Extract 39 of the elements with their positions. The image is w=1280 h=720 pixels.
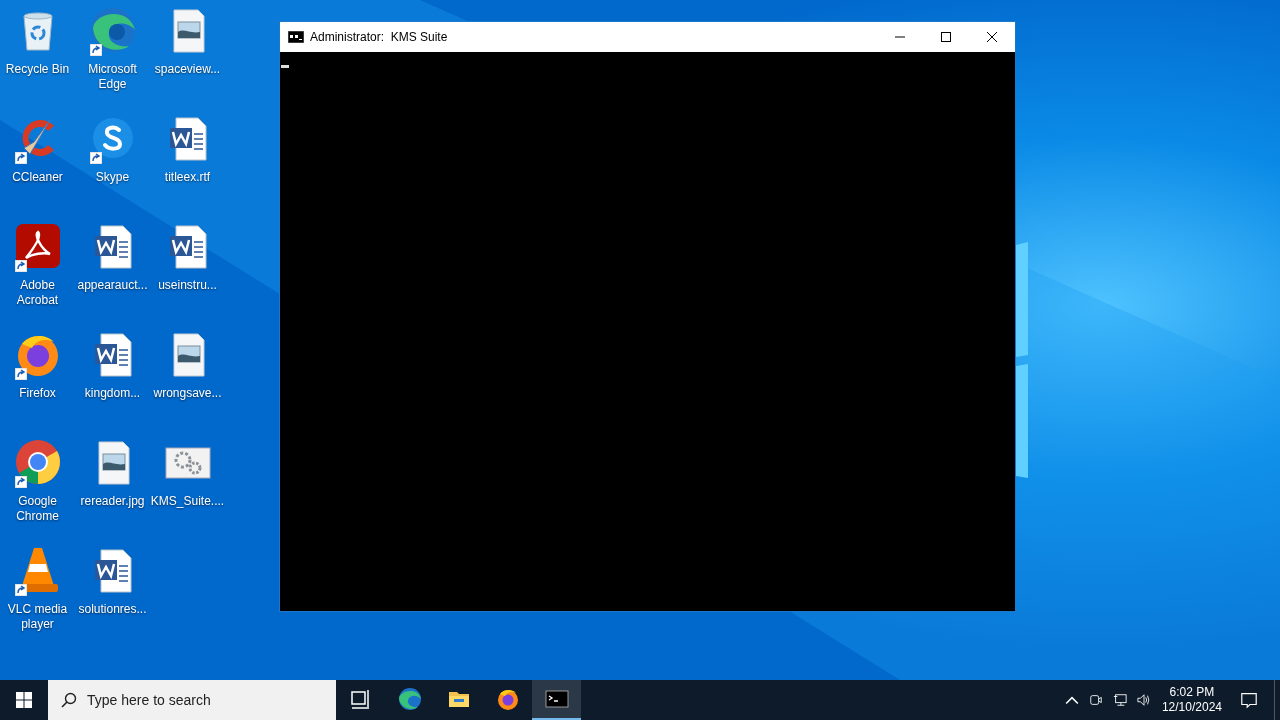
- notification-icon[interactable]: [1240, 691, 1258, 709]
- text-cursor: [281, 65, 289, 68]
- desktop-shortcut[interactable]: KMS_Suite....: [150, 436, 225, 544]
- desktop-shortcut[interactable]: Google Chrome: [0, 436, 75, 544]
- taskbar-app-button[interactable]: [532, 680, 581, 720]
- desktop-shortcut[interactable]: CCleaner: [0, 112, 75, 220]
- desktop-shortcut[interactable]: Recycle Bin: [0, 4, 75, 112]
- desktop-shortcut[interactable]: kingdom...: [75, 328, 150, 436]
- maximize-icon: [941, 32, 951, 42]
- clock[interactable]: 6:02 PM 12/10/2024: [1161, 685, 1222, 715]
- close-icon: [987, 32, 997, 42]
- edge-icon: [88, 6, 137, 54]
- console-icon: [288, 31, 304, 43]
- chrome-icon: [13, 438, 62, 486]
- volume-icon[interactable]: [1136, 693, 1151, 707]
- console-icon: [544, 687, 569, 711]
- desktop-shortcut[interactable]: titleex.rtf: [150, 112, 225, 220]
- desktop-shortcut[interactable]: Firefox: [0, 328, 75, 436]
- desktop-shortcut[interactable]: VLC media player: [0, 544, 75, 652]
- desktop-shortcut[interactable]: appearauct...: [75, 220, 150, 328]
- edge-icon: [397, 687, 422, 711]
- desktop-shortcut[interactable]: Adobe Acrobat: [0, 220, 75, 328]
- desktop-shortcut[interactable]: useinstru...: [150, 220, 225, 328]
- camera-icon[interactable]: [1088, 693, 1103, 707]
- desktop-shortcut[interactable]: spaceview...: [150, 4, 225, 112]
- clock-time: 6:02 PM: [1169, 685, 1215, 700]
- desktop-shortcut[interactable]: wrongsave...: [150, 328, 225, 436]
- firefox-icon: [495, 687, 520, 711]
- windows-logo-icon: [16, 692, 32, 708]
- desktop-shortcut[interactable]: Skype: [75, 112, 150, 220]
- desktop-shortcut[interactable]: Microsoft Edge: [75, 4, 150, 112]
- clock-date: 12/10/2024: [1161, 700, 1222, 715]
- search-icon: [61, 692, 77, 708]
- acrobat-icon: [13, 222, 62, 270]
- desktop-shortcut[interactable]: solutionres...: [75, 544, 150, 652]
- desktop-shortcut[interactable]: rereader.jpg: [75, 436, 150, 544]
- window-title: Administrator: KMS Suite: [310, 30, 449, 44]
- network-icon[interactable]: [1112, 693, 1127, 707]
- search-field[interactable]: Type here to search: [48, 680, 336, 720]
